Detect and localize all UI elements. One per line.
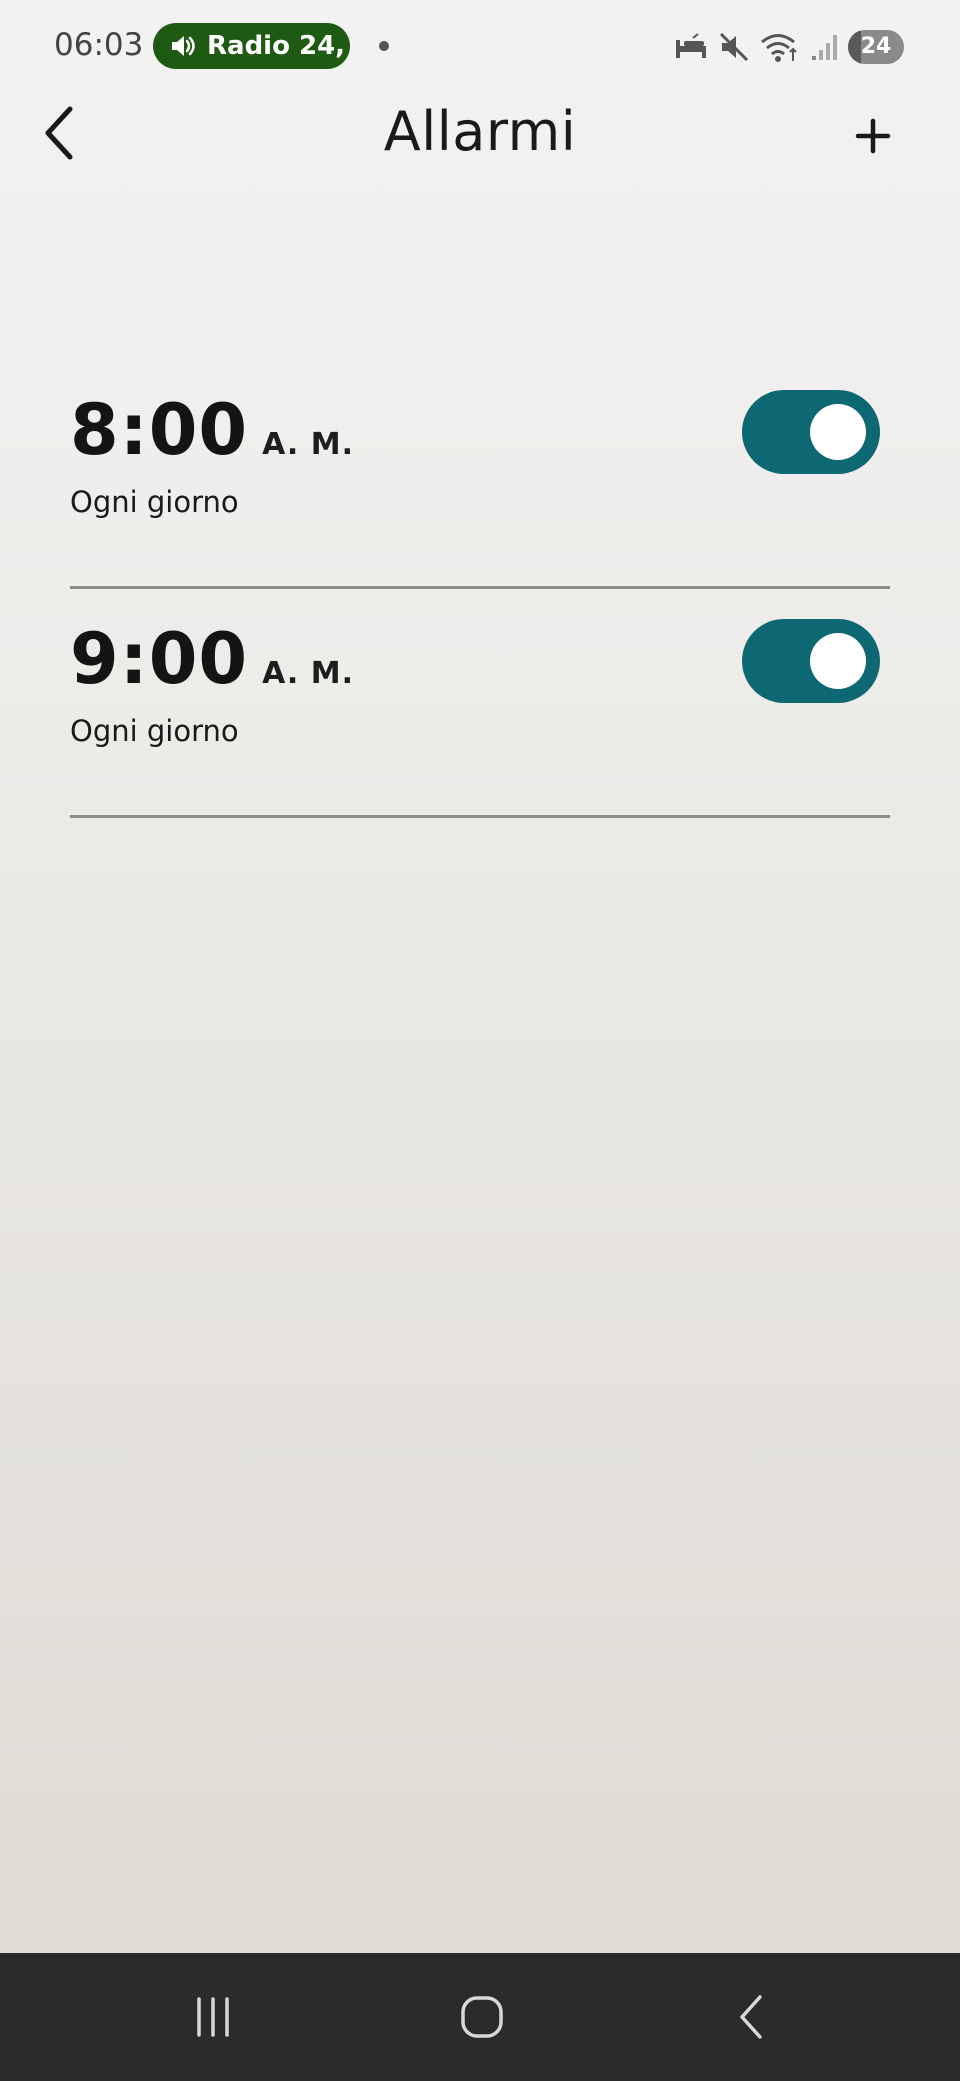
alarm-time: 9:00 bbox=[70, 618, 249, 700]
navigation-bar bbox=[0, 1953, 960, 2081]
alarm-toggle[interactable] bbox=[742, 390, 880, 474]
alarm-list: 8:00 A. M. Ogni giorno 9:00 A. M. Ogni g… bbox=[70, 360, 890, 818]
system-back-button[interactable] bbox=[707, 1975, 797, 2059]
toggle-knob bbox=[810, 633, 866, 689]
app-header: Allarmi bbox=[0, 92, 960, 178]
add-alarm-button[interactable] bbox=[843, 106, 903, 166]
plus-icon bbox=[855, 118, 891, 154]
home-icon bbox=[461, 1996, 503, 2038]
page-title: Allarmi bbox=[383, 100, 577, 163]
alarm-item[interactable]: 8:00 A. M. Ogni giorno bbox=[70, 360, 890, 589]
back-icon bbox=[740, 1995, 762, 2039]
home-button[interactable] bbox=[437, 1975, 527, 2059]
signal-icon bbox=[812, 35, 837, 60]
alarm-repeat: Ogni giorno bbox=[70, 714, 239, 748]
status-time: 06:03 bbox=[54, 27, 144, 63]
alarm-time: 8:00 bbox=[70, 389, 249, 471]
toggle-knob bbox=[810, 404, 866, 460]
alarm-period: A. M. bbox=[262, 427, 354, 462]
alarm-toggle[interactable] bbox=[742, 619, 880, 703]
status-bar: 06:03 Radio 24, 24 bbox=[0, 0, 960, 92]
alarm-period: A. M. bbox=[262, 656, 354, 691]
mute-icon bbox=[719, 32, 749, 62]
media-playing-pill[interactable]: Radio 24, bbox=[153, 23, 350, 69]
recents-button[interactable] bbox=[168, 1975, 258, 2059]
sleep-mode-icon bbox=[676, 33, 706, 58]
notification-dot bbox=[379, 41, 389, 51]
alarm-repeat: Ogni giorno bbox=[70, 485, 239, 519]
battery-level-text: 24 bbox=[860, 34, 892, 59]
alarm-time-row: 9:00 A. M. bbox=[70, 617, 354, 701]
recents-icon bbox=[197, 1997, 229, 2037]
media-label: Radio 24, bbox=[207, 31, 346, 61]
alarm-item[interactable]: 9:00 A. M. Ogni giorno bbox=[70, 589, 890, 818]
speaker-icon bbox=[172, 36, 195, 56]
wifi-icon bbox=[761, 34, 797, 62]
alarm-time-row: 8:00 A. M. bbox=[70, 388, 354, 472]
status-icons: 24 bbox=[674, 26, 904, 68]
battery-icon: 24 bbox=[848, 30, 904, 64]
